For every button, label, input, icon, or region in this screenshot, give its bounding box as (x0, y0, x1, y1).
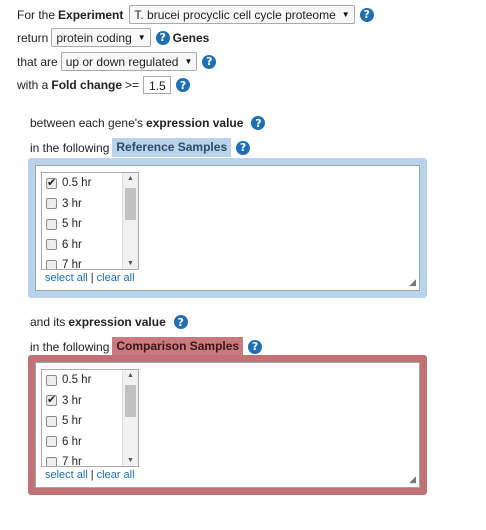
comparison-samples-panel: 0.5 hr3 hr5 hr6 hr7 hr▲▼ select all|clea… (28, 355, 427, 495)
help-icon[interactable]: ? (359, 7, 374, 22)
sample-checkbox[interactable] (46, 436, 57, 448)
chevron-down-icon: ▼ (184, 57, 193, 66)
sample-label: 6 hr (62, 435, 82, 448)
scrollbar-thumb[interactable] (125, 188, 136, 220)
experiment-label-bold: Experiment (58, 7, 124, 22)
reference-samples-tab: Reference Samples (112, 138, 232, 157)
comparison-samples-box: 0.5 hr3 hr5 hr6 hr7 hr▲▼ select all|clea… (35, 362, 420, 488)
sample-checkbox[interactable] (46, 374, 57, 386)
sample-checkbox[interactable] (46, 198, 57, 210)
scrollbar[interactable]: ▲ ▼ (122, 173, 138, 269)
sample-label: 7 hr (62, 259, 82, 270)
direction-row: that are up or down regulated ▼ ? (17, 52, 217, 71)
scroll-down-icon[interactable]: ▼ (123, 457, 138, 464)
sample-label: 7 hr (62, 456, 82, 467)
sample-checkbox[interactable] (46, 415, 57, 427)
experiment-label: For the (17, 7, 56, 22)
resize-grip-icon[interactable]: ◢ (409, 277, 416, 288)
reference-line1-bold: expression value (146, 116, 244, 130)
direction-select[interactable]: up or down regulated ▼ (60, 52, 198, 71)
fold-operator: >= (125, 78, 140, 92)
sample-label: 0.5 hr (62, 177, 92, 190)
sample-label: 0.5 hr (62, 374, 92, 387)
comparison-tab-row: in the following Comparison Samples ? (30, 337, 263, 356)
link-separator: | (90, 469, 94, 481)
reference-tab-row: in the following Reference Samples ? (30, 138, 251, 157)
sample-label: 6 hr (62, 238, 82, 251)
link-separator: | (90, 272, 94, 284)
chevron-down-icon: ▼ (137, 33, 146, 42)
return-row: return protein coding ▼ ? Genes (17, 28, 212, 47)
comparison-line2: in the following (30, 339, 110, 354)
sample-checkbox[interactable] (46, 456, 57, 466)
sample-label: 5 hr (62, 415, 82, 428)
sample-checkbox[interactable] (46, 176, 57, 189)
resize-grip-icon[interactable]: ◢ (409, 474, 416, 485)
experiment-select[interactable]: T. brucei procyclic cell cycle proteome ▼ (129, 5, 355, 24)
fold-change-input[interactable]: 1.5 (143, 76, 172, 94)
scroll-up-icon[interactable]: ▲ (123, 372, 138, 379)
return-label: return (17, 30, 49, 45)
sample-checkbox[interactable] (46, 239, 57, 251)
genes-label: Genes (172, 30, 210, 45)
help-icon[interactable]: ? (176, 78, 191, 92)
help-icon[interactable]: ? (173, 315, 188, 329)
sample-label: 3 hr (62, 394, 82, 407)
comparison-samples-tab: Comparison Samples (112, 337, 244, 356)
clear-all-link[interactable]: clear all (97, 272, 135, 284)
comparison-line1: and its (30, 315, 66, 329)
comparison-description: and its expression value ? (30, 315, 188, 329)
experiment-row: For the Experiment T. brucei procyclic c… (17, 5, 374, 24)
sample-label: 5 hr (62, 218, 82, 231)
scrollbar[interactable]: ▲ ▼ (122, 370, 138, 466)
sample-checkbox[interactable] (46, 259, 57, 269)
clear-all-link[interactable]: clear all (97, 469, 135, 481)
help-icon[interactable]: ? (248, 339, 263, 354)
sample-checkbox[interactable] (46, 393, 57, 407)
reference-samples-box: 0.5 hr3 hr5 hr6 hr7 hr▲▼ select all|clea… (35, 165, 420, 291)
reference-line1: between each gene's (30, 116, 144, 130)
fold-row: with a Fold change >= 1.5 ? (17, 76, 191, 94)
help-icon[interactable]: ? (251, 116, 266, 130)
scroll-up-icon[interactable]: ▲ (123, 175, 138, 182)
reference-links: select all | clear all (45, 272, 135, 284)
return-select[interactable]: protein coding ▼ (51, 28, 151, 47)
sample-checkbox[interactable] (46, 218, 57, 230)
direction-label: that are (17, 54, 58, 69)
reference-description: between each gene's expression value ? (30, 116, 266, 130)
scroll-down-icon[interactable]: ▼ (123, 260, 138, 267)
select-all-link[interactable]: select all (45, 469, 88, 481)
select-all-link[interactable]: select all (45, 272, 88, 284)
sample-label: 3 hr (62, 197, 82, 210)
reference-samples-panel: 0.5 hr3 hr5 hr6 hr7 hr▲▼ select all|clea… (28, 158, 427, 298)
fold-label-pre: with a (17, 78, 49, 92)
help-icon[interactable]: ? (236, 140, 251, 155)
fold-label-bold: Fold change (51, 78, 123, 92)
help-icon[interactable]: ? (202, 54, 217, 69)
help-icon[interactable]: ? (155, 30, 170, 45)
comparison-samples-list[interactable]: 0.5 hr3 hr5 hr6 hr7 hr▲▼ (41, 369, 139, 467)
chevron-down-icon: ▼ (341, 10, 350, 19)
reference-line2: in the following (30, 140, 110, 155)
comparison-line1-bold: expression value (68, 315, 166, 329)
comparison-links: select all | clear all (45, 469, 135, 481)
scrollbar-thumb[interactable] (125, 385, 136, 417)
reference-samples-list[interactable]: 0.5 hr3 hr5 hr6 hr7 hr▲▼ (41, 172, 139, 270)
